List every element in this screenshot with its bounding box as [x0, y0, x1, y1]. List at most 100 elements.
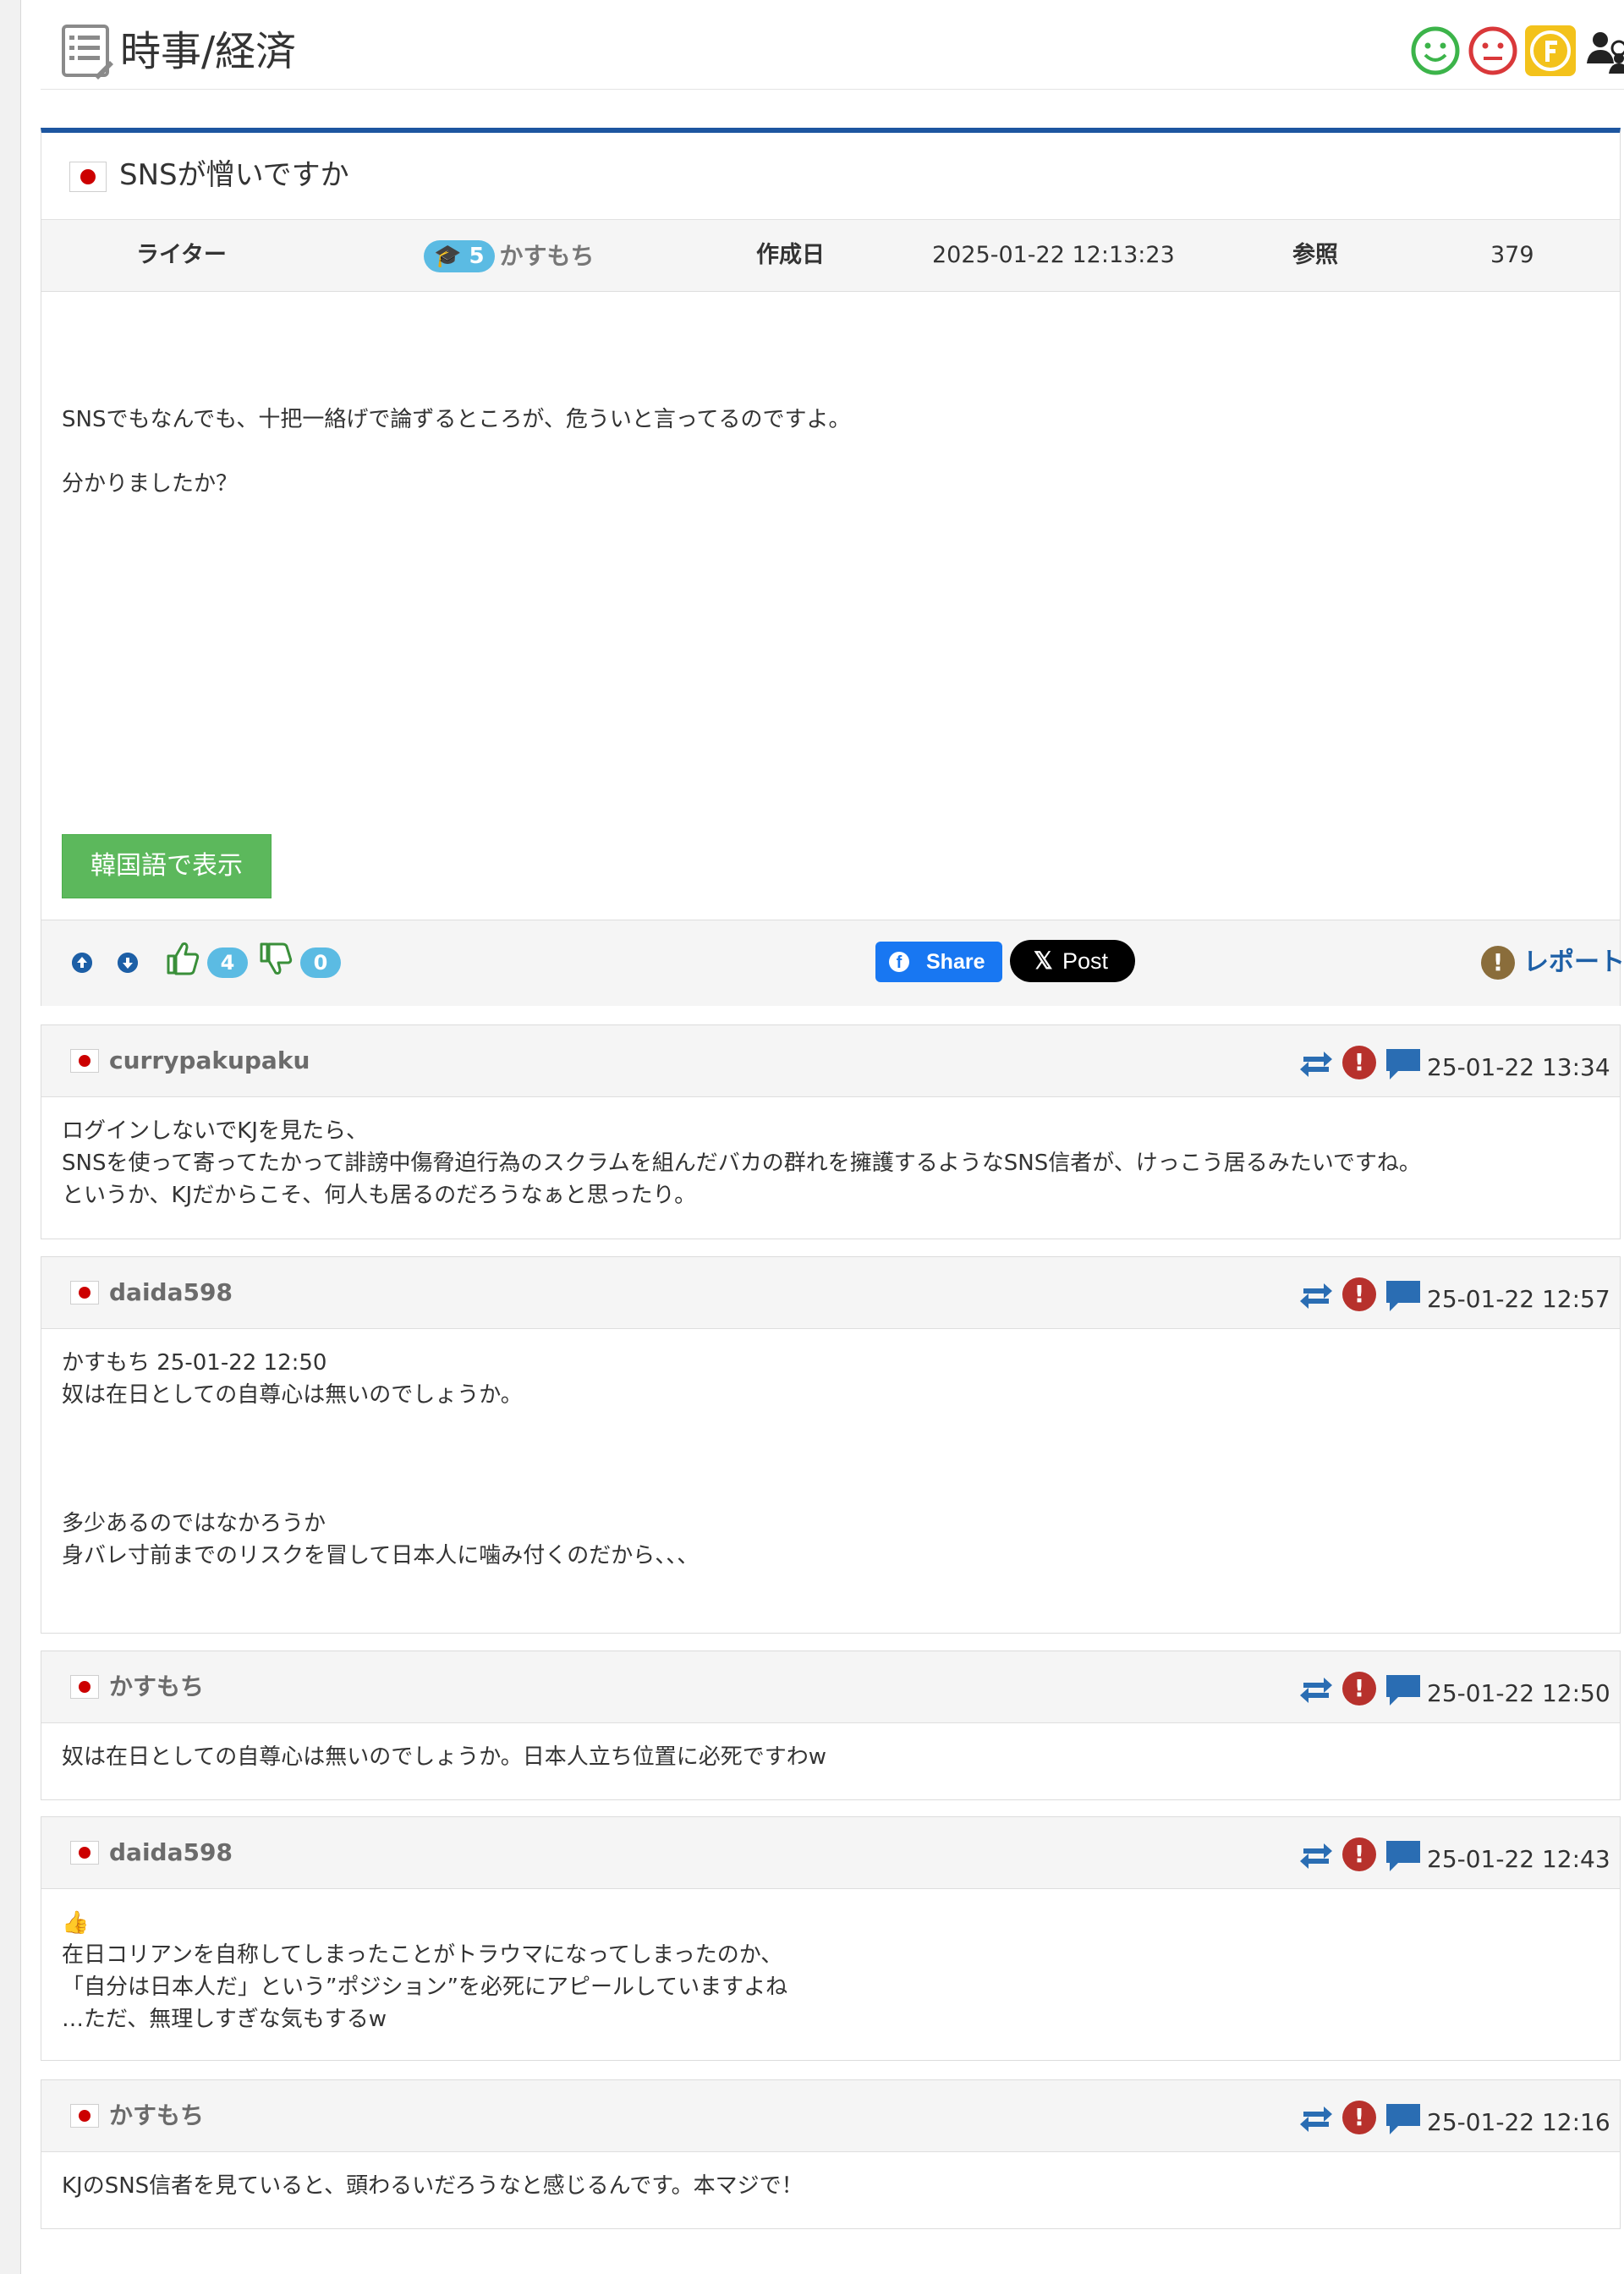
comment-username[interactable]: currypakupaku [109, 1042, 310, 1079]
comment-line: KJのSNS信者を見ていると、頭わるいだろうなと感じるんです。本マジで！ [62, 2173, 804, 2199]
comment-line: 👍 [62, 1910, 90, 1936]
date-label: 作成日 [756, 242, 825, 268]
comment-tools: ! 25-01-22 12:43 [1298, 1834, 1620, 1881]
japan-flag-icon [70, 1281, 99, 1305]
post-body: SNSでもなんでも、十把一絡げで論ずるところが、危ういと言ってるのですよ。 分か… [62, 404, 1584, 532]
swap-arrows-icon[interactable] [1298, 1049, 1334, 1079]
users-icon[interactable] [1582, 25, 1624, 77]
category-title: 時事/経済 [120, 28, 297, 75]
reply-chat-icon[interactable] [1385, 1673, 1422, 1707]
views-count: 379 [1490, 242, 1534, 268]
report-icon: ! [1481, 946, 1515, 980]
comment-date: 25-01-22 12:43 [1427, 1845, 1610, 1873]
scroll-up-icon[interactable] [72, 953, 92, 973]
writer-info[interactable]: 🎓 5 かすもち [424, 220, 595, 292]
smile-icon[interactable] [1409, 25, 1462, 77]
comment-tools: ! 25-01-22 12:50 [1298, 1668, 1620, 1716]
report-comment-icon[interactable]: ! [1342, 1837, 1376, 1871]
board-list-icon [62, 25, 113, 80]
comment-body: 👍 在日コリアンを自称してしまったことがトラウマになってしまったのか、 「自分は日本… [62, 1907, 1593, 2035]
comment-line: ログインしないでKJを見たら、 [62, 1118, 368, 1144]
translate-korean-button[interactable]: 韓国語で表示 [62, 834, 272, 898]
comment-item: currypakupaku ! 25-01-22 13:34 ログインしないでK… [41, 1024, 1621, 1239]
comment-line: 身バレ寸前までのリスクを冒して日本人に噛み付くのだから、、、 [62, 1543, 700, 1568]
comment-username[interactable]: daida598 [109, 1274, 233, 1311]
comment-item: かすもち ! 25-01-22 12:16 KJのSNS信者を見ていると、頭わる… [41, 2079, 1621, 2229]
comment-body: かすもち 25-01-22 12:50 奴は在日としての自尊心は無いのでしょうか。… [62, 1347, 1593, 1572]
comment-line: 在日コリアンを自称してしまったことがトラウマになってしまったのか、 [62, 1942, 783, 1968]
post-paragraph: SNSでもなんでも、十把一絡げで論ずるところが、危ういと言ってるのですよ。 [62, 407, 851, 432]
swap-arrows-icon[interactable] [1298, 1675, 1334, 1706]
facebook-icon: f [889, 952, 909, 972]
dislike-count: 0 [300, 948, 341, 978]
comment-header: かすもち ! 25-01-22 12:50 [41, 1651, 1620, 1723]
reply-chat-icon[interactable] [1385, 1047, 1422, 1081]
views-label: 参照 [1292, 242, 1338, 268]
comment-header: daida598 ! 25-01-22 12:43 [41, 1817, 1620, 1889]
comment-line: 多少あるのではなかろうか [62, 1511, 326, 1536]
post-title-row: SNSが憎いですか [41, 133, 1620, 220]
comment-username[interactable]: かすもち [109, 2097, 204, 2134]
thumbs-down-icon[interactable] [258, 941, 294, 978]
header-icon-group [1409, 25, 1624, 79]
comment-line: 奴は在日としての自尊心は無いのでしょうか。日本人立ち位置に必死ですわw [62, 1744, 826, 1770]
japan-flag-icon [70, 2104, 99, 2128]
comment-line: 「自分は日本人だ」という”ポジション”を必死にアピールしていますよね [62, 1975, 788, 2000]
post-title: SNSが憎いですか [119, 158, 349, 192]
report-comment-icon[interactable]: ! [1342, 1277, 1376, 1311]
post-date: 2025-01-22 12:13:23 [932, 242, 1175, 268]
category-header: 時事/経済 [41, 13, 1624, 90]
comment-item: daida598 ! 25-01-22 12:57 かすもち 25-01-22 … [41, 1256, 1621, 1634]
swap-arrows-icon[interactable] [1298, 2104, 1334, 2134]
japan-flag-icon [70, 1049, 99, 1073]
reply-chat-icon[interactable] [1385, 1839, 1422, 1873]
report-comment-icon[interactable]: ! [1342, 1046, 1376, 1079]
report-comment-icon[interactable]: ! [1342, 1672, 1376, 1706]
scroll-down-icon[interactable] [118, 953, 138, 973]
comment-body: 奴は在日としての自尊心は無いのでしょうか。日本人立ち位置に必死ですわw [62, 1741, 1593, 1773]
comment-line: かすもち 25-01-22 12:50 [62, 1350, 327, 1376]
reply-chat-icon[interactable] [1385, 2102, 1422, 2136]
comment-line: …ただ、無理しすぎな気もするw [62, 2007, 387, 2032]
comment-line: というか、KJだからこそ、何人も居るのだろうなぁと思ったり。 [62, 1183, 697, 1208]
x-post-button[interactable]: 𝕏 Post [1010, 940, 1135, 982]
swap-arrows-icon[interactable] [1298, 1281, 1334, 1311]
swap-arrows-icon[interactable] [1298, 1841, 1334, 1871]
comment-header: currypakupaku ! 25-01-22 13:34 [41, 1025, 1620, 1097]
writer-name[interactable]: かすもち [500, 242, 595, 270]
writer-label: ライター [136, 242, 227, 268]
comment-line [62, 1475, 1593, 1508]
comment-date: 25-01-22 12:16 [1427, 2108, 1610, 2136]
comment-tools: ! 25-01-22 12:57 [1298, 1274, 1620, 1321]
comment-date: 25-01-22 12:57 [1427, 1285, 1610, 1313]
report-label: レポート [1523, 948, 1624, 977]
post-action-bar: 4 0 f Share 𝕏 Post ! レポート [41, 920, 1624, 1006]
level-number: 5 [469, 243, 485, 269]
japan-flag-icon [70, 1675, 99, 1699]
comment-line [62, 1443, 1593, 1475]
comment-username[interactable]: かすもち [109, 1668, 204, 1706]
post-meta-row: ライター 🎓 5 かすもち 作成日 2025-01-22 12:13:23 参照 … [41, 220, 1620, 292]
comment-item: daida598 ! 25-01-22 12:43 👍 在日コリアンを自称してしま… [41, 1816, 1621, 2061]
comment-body: KJのSNS信者を見ていると、頭わるいだろうなと感じるんです。本マジで！ [62, 2170, 1593, 2202]
share-label: Share [926, 950, 985, 974]
comment-username[interactable]: daida598 [109, 1834, 233, 1871]
japan-flag-icon [70, 1841, 99, 1865]
comment-body: ログインしないでKJを見たら、 SNSを使って寄ってたかって誹謗中傷脅迫行為のスク… [62, 1115, 1593, 1211]
reply-chat-icon[interactable] [1385, 1279, 1422, 1313]
frown-icon[interactable] [1467, 25, 1519, 77]
comment-line [62, 1411, 1593, 1443]
x-logo-icon: 𝕏 [1034, 948, 1053, 974]
japan-flag-icon [69, 162, 107, 192]
page: 時事/経済 SNSが憎いですか ライター 🎓 5 かすもち 作成日 2025-0… [20, 0, 1624, 2274]
comment-line: SNSを使って寄ってたかって誹謗中傷脅迫行為のスクラムを組んだバカの群れを擁護す… [62, 1151, 1421, 1176]
comment-header: かすもち ! 25-01-22 12:16 [41, 2080, 1620, 2152]
report-comment-icon[interactable]: ! [1342, 2101, 1376, 2134]
thumbs-up-icon[interactable] [165, 939, 200, 976]
report-button[interactable]: ! レポート [1481, 939, 1624, 985]
comment-item: かすもち ! 25-01-22 12:50 奴は在日としての自尊心は無いのでしょ… [41, 1651, 1621, 1800]
facebook-share-button[interactable]: f Share [875, 942, 1002, 982]
f-icon[interactable] [1524, 25, 1577, 77]
level-badge: 🎓 5 [424, 239, 495, 272]
like-count: 4 [207, 948, 248, 978]
